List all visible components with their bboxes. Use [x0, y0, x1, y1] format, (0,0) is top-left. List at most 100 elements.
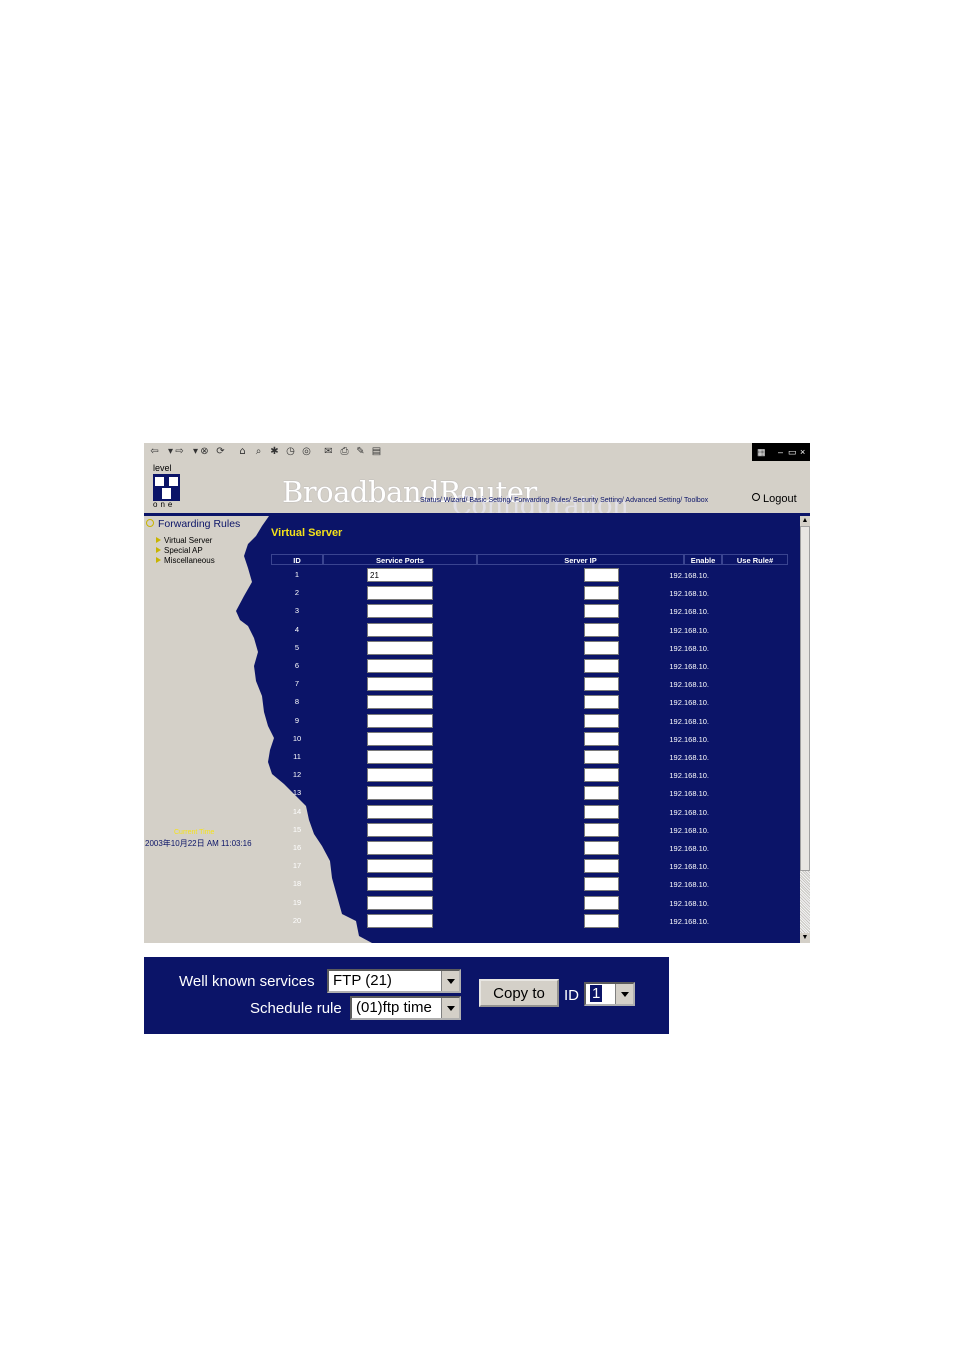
service-panel: Well known services FTP (21) Schedule ru…: [144, 957, 669, 1034]
chevron-down-icon[interactable]: [441, 971, 459, 991]
print-icon[interactable]: ⎙: [338, 445, 351, 458]
circle-icon: [752, 493, 760, 501]
server-ip-input[interactable]: [584, 677, 619, 692]
server-ip-input[interactable]: [584, 640, 619, 655]
row-id: 7: [294, 679, 300, 689]
well-known-services-value: FTP (21): [333, 972, 392, 989]
table-row: 18 192.168.10.: [271, 876, 801, 894]
server-ip-input[interactable]: [584, 786, 619, 801]
table-row: 2 192.168.10.: [271, 585, 801, 603]
row-id: 16: [292, 843, 302, 852]
well-known-services-label: Well known services: [179, 973, 315, 990]
back-icon[interactable]: ⇦: [148, 445, 161, 458]
discuss-icon[interactable]: ▤: [370, 445, 383, 458]
server-ip-input[interactable]: [584, 695, 619, 710]
server-ip-input[interactable]: [584, 895, 619, 910]
row-id: 11: [293, 752, 301, 761]
server-ip-input[interactable]: [584, 604, 619, 619]
levelone-logo: level one: [153, 463, 181, 509]
scroll-thumb[interactable]: [800, 526, 810, 871]
copy-to-button[interactable]: Copy to: [479, 979, 559, 1007]
close-icon[interactable]: ×: [800, 443, 805, 461]
server-ip-input[interactable]: [584, 731, 619, 746]
service-ports-input[interactable]: [367, 568, 433, 582]
server-ip-input[interactable]: [584, 713, 619, 728]
chevron-down-icon[interactable]: [615, 984, 633, 1004]
minimize-icon[interactable]: –: [778, 443, 783, 461]
service-ports-input[interactable]: [367, 713, 433, 728]
service-ports-input[interactable]: [367, 786, 433, 801]
search-icon[interactable]: ⌕: [252, 445, 265, 458]
server-ip-input[interactable]: [584, 586, 619, 601]
service-ports-input[interactable]: [367, 677, 433, 692]
table-row: 16 192.168.10.: [271, 840, 801, 858]
row-id: 13: [292, 788, 302, 798]
server-ip-input[interactable]: [584, 804, 619, 819]
browser-window: ⇦ ▾ ⇨ ▾ ⊗ ⟳ ⌂ ⌕ ✱ ◷ ◎ ✉ ⎙ ✎ ▤ ▦ – ▭ × level one Config…: [144, 443, 810, 943]
server-ip-input[interactable]: [584, 568, 619, 582]
scroll-down-icon[interactable]: ▼: [800, 933, 810, 943]
service-ports-input[interactable]: [367, 695, 433, 710]
row-id: 10: [292, 733, 302, 743]
row-id: 12: [292, 770, 302, 780]
favorites-icon[interactable]: ✱: [268, 445, 281, 458]
service-ports-input[interactable]: [367, 822, 433, 837]
server-ip-input[interactable]: [584, 859, 619, 874]
schedule-rule-select[interactable]: (01)ftp time: [350, 996, 461, 1020]
service-ports-input[interactable]: [367, 804, 433, 819]
logout-link[interactable]: Logout: [752, 493, 797, 505]
server-ip-input[interactable]: [584, 841, 619, 855]
table-row: 11 192.168.10.: [271, 749, 801, 767]
service-ports-input[interactable]: [367, 659, 433, 673]
column-header-server-ip: Server IP: [477, 554, 684, 565]
row-id: 20: [292, 915, 302, 925]
server-ip-input[interactable]: [584, 768, 619, 783]
server-ip-input[interactable]: [584, 822, 619, 837]
server-ip-input[interactable]: [584, 877, 619, 892]
server-ip-input[interactable]: [584, 659, 619, 673]
server-ip-input[interactable]: [584, 750, 619, 764]
service-ports-input[interactable]: [367, 586, 433, 601]
server-ip-input[interactable]: [584, 913, 619, 928]
table-row: 1192.168.10.✓: [271, 567, 801, 585]
scroll-track[interactable]: [800, 871, 810, 933]
service-ports-input[interactable]: [367, 895, 433, 910]
table-row: 15 192.168.10.: [271, 822, 801, 840]
service-ports-input[interactable]: [367, 640, 433, 655]
chevron-down-icon[interactable]: [441, 998, 459, 1018]
row-id: 3: [294, 606, 300, 616]
home-icon[interactable]: ⌂: [236, 445, 249, 458]
table-row: 14 192.168.10.: [271, 804, 801, 822]
row-id: 1: [294, 570, 300, 579]
service-ports-input[interactable]: [367, 768, 433, 783]
row-id: 18: [292, 879, 302, 889]
refresh-icon[interactable]: ⟳: [214, 445, 227, 458]
row-id: 17: [292, 861, 302, 871]
scroll-up-icon[interactable]: ▲: [800, 516, 810, 526]
service-ports-input[interactable]: [367, 913, 433, 928]
scrollbar[interactable]: ▲ ▼: [800, 516, 810, 943]
service-ports-input[interactable]: [367, 731, 433, 746]
stop-icon[interactable]: ⊗: [198, 445, 211, 458]
restore-icon[interactable]: ▭: [788, 443, 797, 461]
table-row: 6 192.168.10.: [271, 658, 801, 676]
service-ports-input[interactable]: [367, 841, 433, 855]
schedule-rule-label: Schedule rule: [250, 1000, 342, 1017]
well-known-services-select[interactable]: FTP (21): [327, 969, 461, 993]
column-header-id: ID: [271, 554, 323, 565]
service-ports-input[interactable]: [367, 622, 433, 637]
mail-icon[interactable]: ✉: [322, 445, 335, 458]
service-ports-input[interactable]: [367, 750, 433, 764]
top-navigation[interactable]: Status/ Wizard/ Basic Setting/ Forwardin…: [420, 497, 708, 504]
channels-icon[interactable]: ◎: [300, 445, 313, 458]
id-select[interactable]: 1: [584, 982, 635, 1006]
server-ip-input[interactable]: [584, 622, 619, 637]
table-row: 8 192.168.10.: [271, 694, 801, 712]
history-icon[interactable]: ◷: [284, 445, 297, 458]
forward-icon[interactable]: ⇨: [173, 445, 186, 458]
service-ports-input[interactable]: [367, 877, 433, 892]
table-row: 19 192.168.10.: [271, 895, 801, 913]
edit-icon[interactable]: ✎: [354, 445, 367, 458]
service-ports-input[interactable]: [367, 604, 433, 619]
service-ports-input[interactable]: [367, 859, 433, 874]
